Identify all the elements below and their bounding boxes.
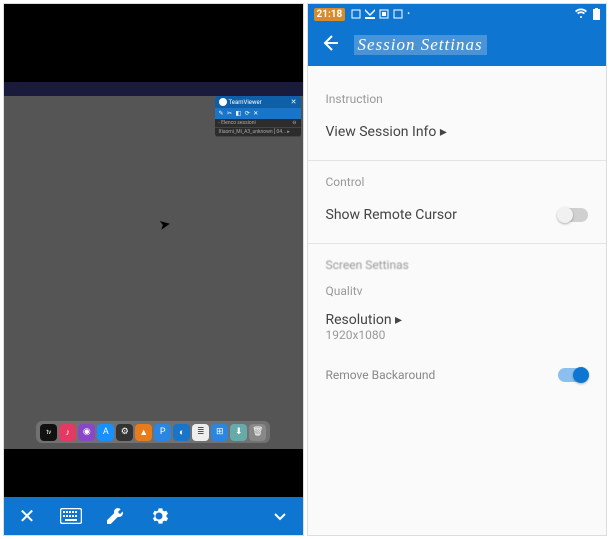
tv-brand: TeamViewer [229,99,262,106]
divider [308,160,607,161]
status-notification-icons: • [351,9,410,19]
tv-session-list: - Elenco sessioni⊖ Xiaomi_Mi_A3_unknown … [215,119,301,137]
settings-icon[interactable] [148,505,170,527]
settings-pane: 21:18 • Session Settinas Instruction Vi [307,3,608,536]
section-screen: Screen Settinas [326,258,589,272]
dock-settings-icon[interactable]: ⚙ [116,424,133,441]
dock-teamviewer-icon[interactable]: ◐ [173,424,190,441]
tools-icon[interactable] [104,505,126,527]
resolution-value: 1920x1080 [326,328,589,342]
chevron-down-icon[interactable] [269,505,291,527]
quality-label[interactable]: Qualitv [326,284,589,298]
macos-dock[interactable]: tv♪◉A⚙▲P◐≣⊞⬇🗑 [36,421,270,443]
tv-close-icon[interactable]: ✕ [291,98,297,106]
dock-finder-icon[interactable]: ⊞ [211,424,228,441]
section-control: Control [326,175,589,189]
keyboard-icon[interactable] [60,505,82,527]
back-arrow-icon[interactable] [320,33,340,58]
resolution-row[interactable]: Resolution ▸ 1920x1080 [326,312,589,342]
dock-textedit-icon[interactable]: ≣ [192,424,209,441]
status-system-icons [575,8,600,20]
settings-list: Instruction View Session Info ▸ Control … [308,66,607,535]
remote-menubar [4,82,303,96]
show-cursor-toggle[interactable] [558,208,588,222]
android-status-bar: 21:18 • [308,4,607,24]
view-session-info-row[interactable]: View Session Info ▸ [326,118,589,146]
tv-panel-header[interactable]: TeamViewer ✕ [215,96,301,108]
status-time: 21:18 [314,8,346,21]
close-icon[interactable]: ✕ [16,505,38,527]
dock-music-icon[interactable]: ♪ [59,424,76,441]
dock-downloads-icon[interactable]: ⬇ [230,424,247,441]
mouse-cursor-icon: ➤ [158,216,172,234]
section-instruction: Instruction [326,92,589,106]
letterbox-top [4,4,303,82]
dock-pages-icon[interactable]: P [154,424,171,441]
remote-session-pane: TeamViewer ✕ ✎ ✂ ◧ ⟳ ✕ - Elenco sessioni… [3,3,304,536]
tv-toolbar[interactable]: ✎ ✂ ◧ ⟳ ✕ [215,108,301,119]
dock-podcasts-icon[interactable]: ◉ [78,424,95,441]
remove-background-row[interactable]: Remove Backaround [326,362,589,388]
letterbox-bottom [4,449,303,497]
dock-trash-icon[interactable]: 🗑 [249,424,266,441]
page-title: Session Settinas [354,35,487,55]
remove-background-toggle[interactable] [558,368,588,382]
tv-session-item[interactable]: Xiaomi_Mi_A3_unknown [ 04... ▸ [215,128,301,137]
battery-icon [593,8,600,20]
remote-desktop[interactable]: TeamViewer ✕ ✎ ✂ ◧ ⟳ ✕ - Elenco sessioni… [4,82,303,449]
wifi-icon [575,8,587,18]
teamviewer-logo-icon [219,98,227,106]
teamviewer-panel[interactable]: TeamViewer ✕ ✎ ✂ ◧ ⟳ ✕ - Elenco sessioni… [215,96,301,137]
tv-session-header[interactable]: - Elenco sessioni⊖ [215,119,301,128]
divider [308,243,607,244]
dock-appstore-icon[interactable]: A [97,424,114,441]
dock-vlc-icon[interactable]: ▲ [135,424,152,441]
show-remote-cursor-row[interactable]: Show Remote Cursor [326,201,589,229]
app-bar: Session Settinas [308,24,607,66]
dock-appletv-icon[interactable]: tv [40,424,57,441]
session-toolbar: ✕ [4,497,303,535]
